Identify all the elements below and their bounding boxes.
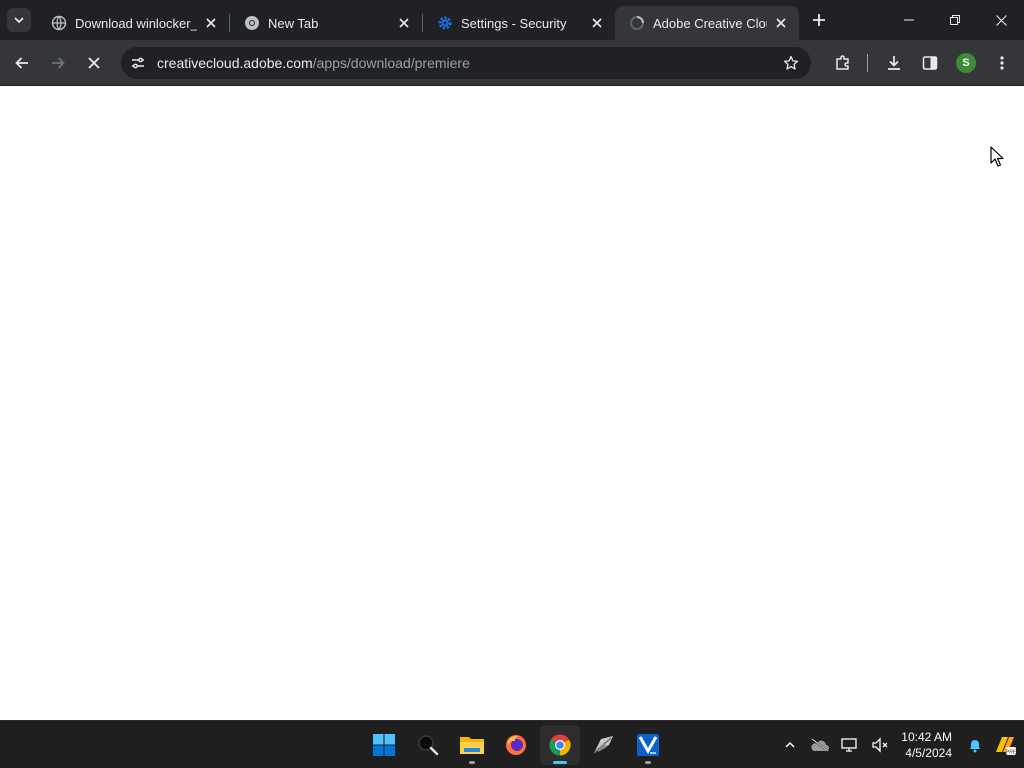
tab-close-button[interactable] <box>203 15 219 31</box>
tab-title: Settings - Security <box>461 15 567 31</box>
taskbar-file-explorer[interactable] <box>452 725 492 765</box>
minimize-button[interactable] <box>886 0 932 40</box>
search-icon <box>418 735 439 756</box>
window-controls <box>886 0 1024 40</box>
volume-muted-icon <box>872 737 888 753</box>
copilot-icon: PRE <box>996 737 1017 756</box>
tab-search-button[interactable] <box>7 8 31 32</box>
notifications-button[interactable] <box>960 729 990 761</box>
folder-icon <box>460 737 484 754</box>
tab-title: Download winlocker_b <box>75 15 197 31</box>
tab-strip: Download winlocker_b New Tab Settings - … <box>0 0 1024 40</box>
chrome-icon <box>245 16 259 30</box>
more-vertical-icon <box>1000 56 1004 70</box>
page-content[interactable] <box>0 87 1024 720</box>
running-indicator <box>469 761 475 764</box>
windows-start-icon <box>373 734 395 756</box>
bookmark-button[interactable] <box>779 51 803 75</box>
chrome-icon <box>549 734 571 756</box>
puzzle-icon <box>836 55 849 70</box>
tab-close-button[interactable] <box>396 15 412 31</box>
download-icon <box>888 56 900 70</box>
taskbar-apps <box>364 725 672 765</box>
chevron-up-icon <box>785 742 795 748</box>
system-tray: 10:42 AM 4/5/2024 PRE <box>775 721 1024 768</box>
side-panel-button[interactable] <box>914 47 946 79</box>
tab-new-tab[interactable]: New Tab <box>230 6 422 40</box>
restore-icon <box>950 15 960 25</box>
new-tab-button[interactable] <box>805 6 833 34</box>
restore-button[interactable] <box>932 0 978 40</box>
stop-loading-button[interactable] <box>78 47 110 79</box>
taskbar-app-6[interactable] <box>584 725 624 765</box>
toolbar-separator <box>867 54 868 72</box>
downloads-button[interactable] <box>878 47 910 79</box>
url-path: /apps/download/premiere <box>312 55 470 71</box>
taskbar-chrome[interactable] <box>540 725 580 765</box>
back-button[interactable] <box>6 47 38 79</box>
onedrive-button[interactable] <box>805 729 835 761</box>
tab-close-button[interactable] <box>589 15 605 31</box>
plus-icon <box>813 14 825 26</box>
network-icon <box>841 738 857 752</box>
clock-time: 10:42 AM <box>901 730 952 744</box>
site-info-button[interactable] <box>123 55 153 71</box>
gear-icon <box>438 16 452 30</box>
close-icon <box>592 18 602 28</box>
extensions-button[interactable] <box>827 47 859 79</box>
close-icon <box>88 56 100 69</box>
star-icon <box>783 55 799 70</box>
minimize-icon <box>904 19 914 21</box>
close-icon <box>399 18 409 28</box>
tab-download-winlocker[interactable]: Download winlocker_b <box>37 6 229 40</box>
taskbar-search-button[interactable] <box>408 725 448 765</box>
close-window-button[interactable] <box>978 0 1024 40</box>
svg-text:PRE: PRE <box>1006 750 1017 756</box>
tab-settings-security[interactable]: Settings - Security <box>423 6 615 40</box>
taskbar: 10:42 AM 4/5/2024 PRE <box>0 720 1024 768</box>
loading-spinner-icon <box>630 16 644 30</box>
menu-button[interactable] <box>986 47 1018 79</box>
taskbar-firefox[interactable] <box>496 725 536 765</box>
volume-button[interactable] <box>865 729 895 761</box>
url-text: creativecloud.adobe.com/apps/download/pr… <box>157 55 470 71</box>
close-icon <box>206 18 216 28</box>
show-hidden-icons-button[interactable] <box>775 729 805 761</box>
taskbar-app-7[interactable] <box>628 725 668 765</box>
copilot-button[interactable]: PRE <box>990 729 1020 761</box>
globe-icon <box>51 15 67 31</box>
arrow-right-icon <box>52 56 65 69</box>
tab-title: Adobe Creative Cloud <box>653 15 767 31</box>
close-icon <box>995 14 1007 26</box>
avatar: S <box>956 53 976 73</box>
active-indicator <box>553 761 567 764</box>
cloud-offline-icon <box>811 738 830 752</box>
blue-app-icon <box>637 734 659 756</box>
chevron-down-icon <box>14 17 24 24</box>
forward-button[interactable] <box>42 47 74 79</box>
side-panel-icon <box>922 56 938 70</box>
close-icon <box>776 18 786 28</box>
bell-icon <box>970 740 980 753</box>
start-button[interactable] <box>364 725 404 765</box>
arrow-left-icon <box>15 56 28 69</box>
tune-icon <box>132 57 144 69</box>
mouse-cursor-icon <box>990 146 1004 167</box>
running-indicator <box>645 761 651 764</box>
clock[interactable]: 10:42 AM 4/5/2024 <box>901 729 952 761</box>
toolbar-actions: S <box>823 47 1018 79</box>
clock-date: 4/5/2024 <box>905 746 952 760</box>
network-button[interactable] <box>835 729 865 761</box>
browser-toolbar: creativecloud.adobe.com/apps/download/pr… <box>0 40 1024 86</box>
firefox-icon <box>506 735 526 755</box>
tab-title: New Tab <box>268 15 319 31</box>
tab-close-button[interactable] <box>773 15 789 31</box>
url-domain: creativecloud.adobe.com <box>157 55 313 71</box>
feather-app-icon <box>593 736 613 754</box>
tab-adobe-creative-cloud[interactable]: Adobe Creative Cloud <box>615 6 799 40</box>
profile-button[interactable]: S <box>950 47 982 79</box>
address-bar[interactable]: creativecloud.adobe.com/apps/download/pr… <box>121 47 811 79</box>
